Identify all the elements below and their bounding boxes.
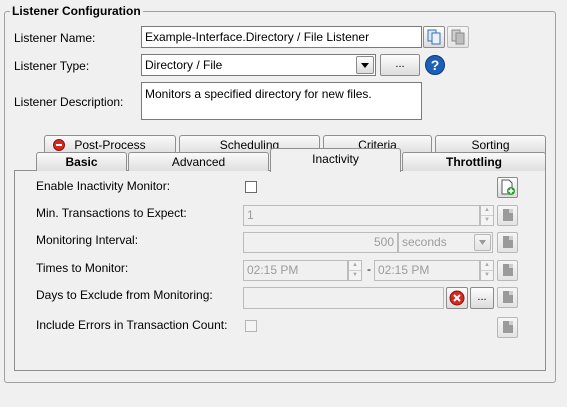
add-document-icon (501, 179, 515, 195)
tab-label: Basic (65, 155, 98, 169)
listener-name-label: Listener Name: (14, 31, 96, 45)
tab-label: Advanced (171, 155, 226, 169)
paste-icon (451, 29, 465, 45)
inactivity-panel (14, 170, 546, 371)
paste-button[interactable] (447, 26, 469, 48)
listener-name-input[interactable]: Example-Interface.Directory / File Liste… (141, 26, 422, 48)
listener-type-label: Listener Type: (14, 59, 90, 73)
enable-inactivity-checkbox[interactable] (245, 181, 257, 193)
help-glyph: ? (430, 57, 440, 73)
copy-button[interactable] (423, 26, 445, 48)
help-icon[interactable]: ? (425, 55, 445, 75)
group-title: Listener Configuration (10, 4, 143, 18)
tab-label: Throttling (446, 155, 502, 169)
listener-description-input[interactable]: Monitors a specified directory for new f… (141, 82, 422, 120)
tab-label: Inactivity (312, 152, 359, 166)
tab-label: Post-Process (74, 138, 146, 152)
dropdown-arrow-icon (361, 63, 369, 68)
listener-type-browse-button[interactable]: ... (380, 54, 420, 76)
tab-label: Sorting (471, 138, 510, 152)
listener-type-select[interactable]: Directory / File (141, 54, 376, 76)
tab-basic[interactable]: Basic (36, 152, 127, 171)
listener-type-dropdown-button[interactable] (356, 56, 374, 74)
tab-advanced[interactable]: Advanced (128, 152, 269, 171)
tab-throttling[interactable]: Throttling (402, 152, 546, 171)
listener-description-label: Listener Description: (14, 95, 124, 109)
copy-icon (427, 29, 441, 45)
add-document-button[interactable] (497, 177, 518, 198)
listener-type-value: Directory / File (145, 58, 223, 72)
error-icon (53, 139, 65, 151)
tab-inactivity[interactable]: Inactivity (270, 148, 401, 172)
